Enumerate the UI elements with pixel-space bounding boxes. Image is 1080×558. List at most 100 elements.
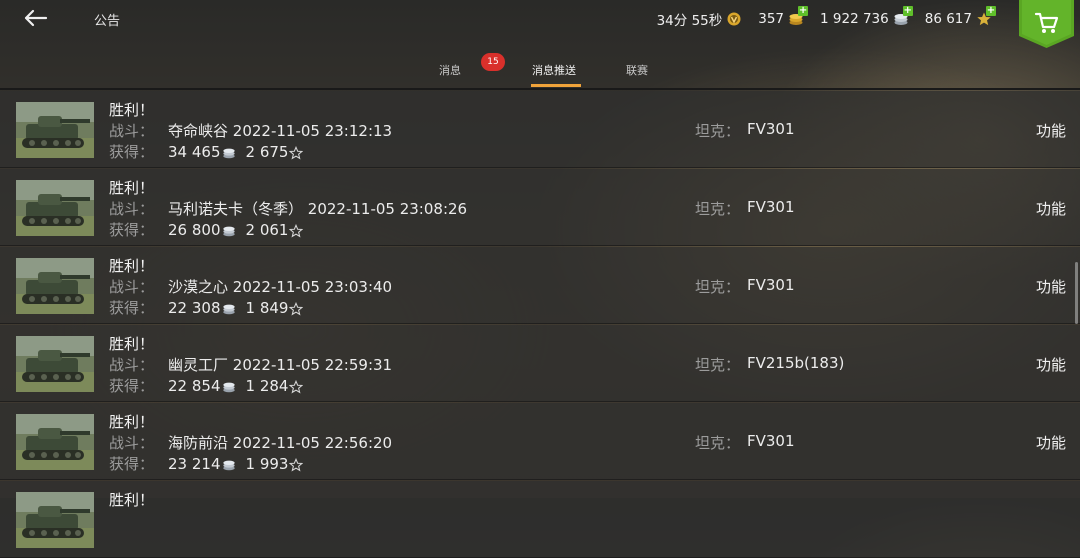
earned-label: 获得： xyxy=(109,221,155,239)
function-button[interactable]: 功能 xyxy=(1036,198,1066,219)
tank-label: 坦克： xyxy=(695,200,741,218)
credits-icon xyxy=(222,146,236,160)
gold-icon: + xyxy=(788,6,809,27)
credits-icon xyxy=(222,224,236,238)
tank-thumbnail xyxy=(16,492,94,548)
tab-league[interactable]: 联赛 xyxy=(626,62,648,78)
xp-star-icon xyxy=(289,224,303,238)
earned-xp: 1 284 xyxy=(245,377,289,395)
gold-balance[interactable]: 357 + xyxy=(758,6,809,27)
tank-name: FV301 xyxy=(747,276,795,294)
tank-label: 坦克： xyxy=(695,356,741,374)
battle-result: 胜利！ xyxy=(109,179,155,197)
battle-result: 胜利！ xyxy=(109,491,155,509)
unread-count-badge: 15 xyxy=(481,53,505,71)
earned-line: 获得： 22 854 1 284 xyxy=(109,375,305,396)
tab-bar: 消息 消息推送 联赛 xyxy=(0,54,1080,88)
earned-xp: 2 061 xyxy=(245,221,289,239)
list-item[interactable]: 胜利！ 战斗： 夺命峡谷 2022-11-05 23:12:13 获得： 34 465 2… xyxy=(0,91,1080,168)
earned-label: 获得： xyxy=(109,377,155,395)
resource-bar: 34分 55秒 357 + 1 922 736 + 86 617 + xyxy=(657,6,996,29)
page-title: 公告 xyxy=(94,14,121,29)
free-xp-value: 86 617 xyxy=(924,11,972,27)
earned-credits: 22 308 xyxy=(168,299,221,317)
battle-line: 战斗： 海防前沿 2022-11-05 22:56:20 xyxy=(109,432,392,453)
list-item[interactable]: 胜利！ 战斗： 幽灵工厂 2022-11-05 22:59:31 获得： 22 854 1… xyxy=(0,325,1080,402)
battle-result: 胜利！ xyxy=(109,257,155,275)
xp-star-icon xyxy=(289,380,303,394)
shop-button[interactable] xyxy=(1019,0,1074,48)
premium-timer[interactable]: 34分 55秒 xyxy=(657,9,743,29)
tank-name: FV301 xyxy=(747,432,795,450)
credits-icon: + xyxy=(893,6,913,27)
earned-xp: 2 675 xyxy=(245,143,289,161)
earned-credits: 23 214 xyxy=(168,455,221,473)
battle-result: 胜利！ xyxy=(109,335,155,353)
tab-push-messages[interactable]: 消息推送 xyxy=(532,62,576,78)
earned-line: 获得： 22 308 1 849 xyxy=(109,297,305,318)
free-xp-balance[interactable]: 86 617 + xyxy=(924,6,996,27)
battle-map-time: 夺命峡谷 2022-11-05 23:12:13 xyxy=(168,122,393,140)
tab-messages[interactable]: 消息 xyxy=(439,62,461,78)
battle-result: 胜利！ xyxy=(109,101,155,119)
active-tab-indicator xyxy=(531,84,581,87)
function-button[interactable]: 功能 xyxy=(1036,120,1066,141)
add-free-xp-icon[interactable]: + xyxy=(986,6,996,16)
gold-value: 357 xyxy=(758,11,785,27)
earned-line: 获得： 26 800 2 061 xyxy=(109,219,305,240)
tank-thumbnail xyxy=(16,336,94,392)
battle-line: 战斗： 夺命峡谷 2022-11-05 23:12:13 xyxy=(109,120,392,141)
list-item[interactable]: 胜利！ 战斗： 沙漠之心 2022-11-05 23:03:40 获得： 22 308 1… xyxy=(0,247,1080,324)
function-button[interactable]: 功能 xyxy=(1036,432,1066,453)
earned-xp: 1 849 xyxy=(245,299,289,317)
function-button[interactable]: 功能 xyxy=(1036,276,1066,297)
battle-line: 战斗： 沙漠之心 2022-11-05 23:03:40 xyxy=(109,276,392,297)
earned-xp: 1 993 xyxy=(245,455,289,473)
earned-line: 获得： 23 214 1 993 xyxy=(109,453,305,474)
free-xp-star-icon: + xyxy=(976,6,996,27)
tank-name: FV215b(183) xyxy=(747,354,845,372)
tank-thumbnail xyxy=(16,414,94,470)
tank-thumbnail xyxy=(16,102,94,158)
tank-thumbnail xyxy=(16,258,94,314)
battle-label: 战斗： xyxy=(109,200,155,218)
add-gold-icon[interactable]: + xyxy=(798,6,809,16)
credits-icon xyxy=(222,380,236,394)
battle-map-time: 马利诺夫卡（冬季） 2022-11-05 23:08:26 xyxy=(168,200,468,218)
battle-line: 战斗： 马利诺夫卡（冬季） 2022-11-05 23:08:26 xyxy=(109,198,467,219)
battle-label: 战斗： xyxy=(109,434,155,452)
premium-account-icon xyxy=(726,11,742,27)
earned-credits: 22 854 xyxy=(168,377,221,395)
tank-thumbnail xyxy=(16,180,94,236)
header-divider xyxy=(0,88,1080,90)
tank-label: 坦克： xyxy=(695,434,741,452)
battle-label: 战斗： xyxy=(109,122,155,140)
earned-label: 获得： xyxy=(109,455,155,473)
list-item[interactable]: 胜利！ 战斗： 海防前沿 2022-11-05 22:56:20 获得： 23 214 1… xyxy=(0,403,1080,480)
credits-icon xyxy=(222,302,236,316)
battle-line: 战斗： 幽灵工厂 2022-11-05 22:59:31 xyxy=(109,354,392,375)
xp-star-icon xyxy=(289,302,303,316)
earned-label: 获得： xyxy=(109,299,155,317)
battle-label: 战斗： xyxy=(109,278,155,296)
list-item[interactable]: 胜利！ xyxy=(0,481,1080,558)
tank-name: FV301 xyxy=(747,198,795,216)
function-button[interactable]: 功能 xyxy=(1036,354,1066,375)
earned-label: 获得： xyxy=(109,143,155,161)
back-arrow-icon[interactable] xyxy=(22,8,48,28)
credits-balance[interactable]: 1 922 736 + xyxy=(820,6,913,27)
tank-label: 坦克： xyxy=(695,278,741,296)
add-credits-icon[interactable]: + xyxy=(902,6,913,16)
earned-line: 获得： 34 465 2 675 xyxy=(109,141,305,162)
battle-label: 战斗： xyxy=(109,356,155,374)
battle-result: 胜利！ xyxy=(109,413,155,431)
scrollbar[interactable] xyxy=(1075,262,1078,324)
credits-icon xyxy=(222,458,236,472)
credits-value: 1 922 736 xyxy=(820,11,889,27)
premium-timer-value: 34分 55秒 xyxy=(656,13,723,29)
top-bar: 公告 34分 55秒 357 + 1 922 736 + 86 617 + xyxy=(0,0,1080,48)
list-item[interactable]: 胜利！ 战斗： 马利诺夫卡（冬季） 2022-11-05 23:08:26 获得： 26… xyxy=(0,169,1080,246)
xp-star-icon xyxy=(289,458,303,472)
battle-map-time: 海防前沿 2022-11-05 22:56:20 xyxy=(168,434,393,452)
battle-map-time: 幽灵工厂 2022-11-05 22:59:31 xyxy=(168,356,393,374)
